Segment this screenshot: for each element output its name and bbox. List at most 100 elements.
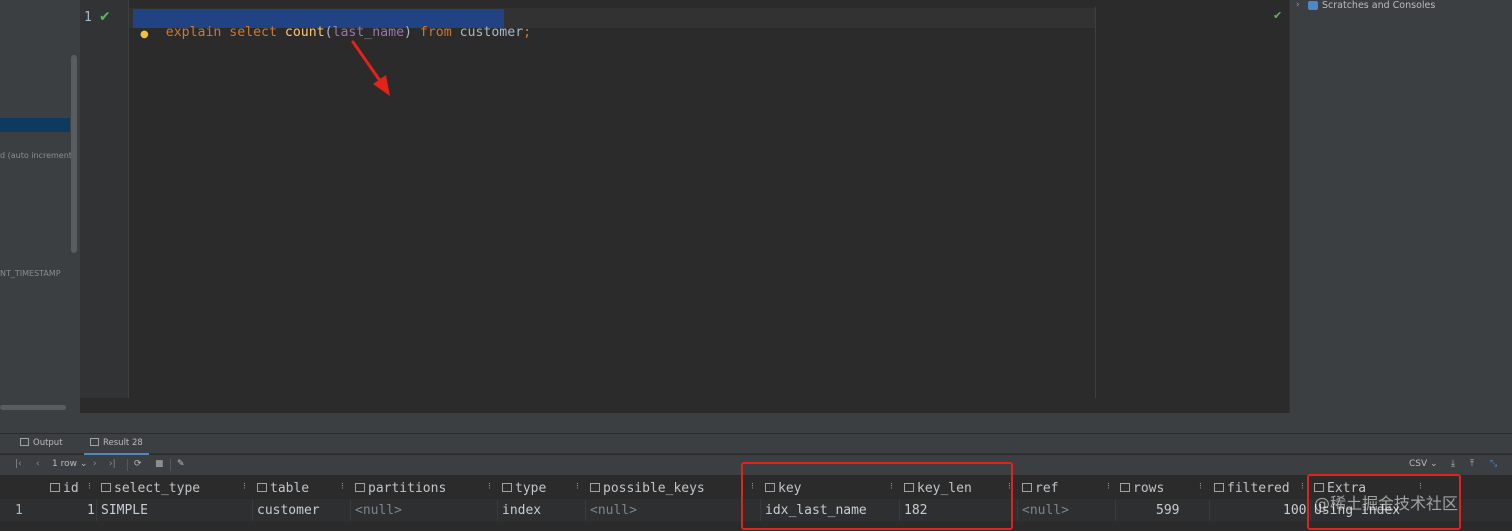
right-margin-guide [1095,7,1096,398]
column-header-possible-keys[interactable]: possible_keys [590,481,705,496]
column-divider [252,499,253,521]
column-header-label: type [515,481,547,496]
tab-output-label: Output [33,438,63,448]
panel-splitter[interactable] [0,413,1512,434]
column-icon [590,483,600,492]
token-paren-open: ( [324,25,333,40]
token-explain: explain [165,25,222,40]
column-header-label: ref [1035,481,1059,496]
column-header-label: table [270,481,310,496]
toolbar-separator [170,459,171,471]
token-from: from [419,25,452,40]
sort-icon[interactable]: ⁝ [1199,482,1202,492]
column-header-filtered[interactable]: filtered [1214,481,1290,496]
column-fragment-timestamp[interactable]: NT_TIMESTAMP [0,269,61,278]
watermark: @稀土掘金技术社区 [1314,494,1459,513]
cell-ref[interactable]: <null> [1022,503,1069,518]
project-panel: › Scratches and Consoles [1289,0,1512,413]
cell-id[interactable]: 1 [87,503,95,518]
column-icon [50,483,60,492]
token-customer: customer [451,25,524,40]
toolbar-separator [127,459,128,471]
tab-output[interactable]: Output [20,438,63,448]
chevron-right-icon[interactable]: › [1296,0,1300,10]
refresh-icon[interactable]: ⟳ [134,459,142,469]
upload-icon[interactable]: ⤒ [1470,459,1474,469]
table-icon [90,438,99,446]
tab-result[interactable]: Result 28 [84,438,149,455]
pin-icon[interactable]: ✎ [177,459,185,469]
console-icon [20,438,29,446]
download-icon[interactable]: ⤓ [1451,459,1455,469]
red-highlight-box-key [741,462,1013,530]
sort-icon[interactable]: ⁝ [243,482,246,492]
column-icon [101,483,111,492]
column-header-id[interactable]: id [50,481,79,496]
cell-possible-keys[interactable]: <null> [590,503,637,518]
column-header-label: possible_keys [603,481,705,496]
lightbulb-icon[interactable]: ● [140,29,149,40]
cell-select-type[interactable]: SIMPLE [101,503,148,518]
sql-statement[interactable]: explain select count(last_name) from cus… [134,10,531,55]
column-divider [585,499,586,521]
column-header-label: partitions [368,481,447,496]
rows-count-label: 1 row [52,459,77,469]
sort-icon[interactable]: ⁝ [488,482,491,492]
red-arrow-annotation [351,40,390,96]
column-divider [1115,499,1116,521]
column-icon [502,483,512,492]
column-header-rows[interactable]: rows [1120,481,1164,496]
column-divider [497,499,498,521]
editor-bottom-area [80,398,1289,413]
sort-icon[interactable]: ⁝ [1301,482,1304,492]
column-header-ref[interactable]: ref [1022,481,1058,496]
stop-icon[interactable]: ■ [155,459,164,469]
token-paren-close: ) [404,25,420,40]
last-page-icon[interactable]: ›| [109,459,116,469]
sort-icon[interactable]: ⁝ [341,482,344,492]
column-icon [257,483,267,492]
cell-table[interactable]: customer [257,503,320,518]
check-icon: ✔ [99,9,111,25]
export-format-label: CSV [1409,459,1428,469]
column-fragment-auto-increment[interactable]: d (auto increment) [0,151,75,160]
scratches-icon [1308,1,1318,10]
tree-vertical-scrollbar[interactable] [71,55,77,253]
column-divider [96,499,97,521]
layout-icon[interactable]: ⤡ [1490,459,1497,469]
first-page-icon[interactable]: |‹ [15,459,22,469]
export-format-dropdown[interactable]: CSV ⌄ [1409,459,1438,469]
selected-tree-row[interactable] [0,118,70,132]
token-semicolon: ; [523,25,532,40]
column-header-partitions[interactable]: partitions [355,481,446,496]
next-page-icon[interactable]: › [93,459,97,469]
database-tree-panel: d (auto increment) NT_TIMESTAMP [0,0,80,413]
previous-page-icon[interactable]: ‹ [36,459,40,469]
sort-icon[interactable]: ⁝ [576,482,579,492]
cell-type[interactable]: index [502,503,541,518]
column-icon [355,483,365,492]
cell-partitions[interactable]: <null> [355,503,402,518]
column-header-label: id [63,481,79,496]
cell-rows[interactable]: 599 [1156,503,1179,518]
token-count: count [284,25,325,40]
token-select: select [229,25,277,40]
column-icon [1120,483,1130,492]
sort-icon[interactable]: ⁝ [1107,482,1110,492]
column-divider [1209,499,1210,521]
inspection-check-icon[interactable]: ✔ [1273,9,1282,22]
sort-icon[interactable]: ⁝ [88,482,91,492]
column-header-label: filtered [1227,481,1290,496]
rows-count-dropdown[interactable]: 1 row ⌄ [52,459,87,469]
editor-gutter: 1 ✔ [80,0,129,398]
column-header-table[interactable]: table [257,481,309,496]
tree-horizontal-scrollbar[interactable] [0,405,66,410]
tree-item-scratches[interactable]: Scratches and Consoles [1322,0,1435,11]
column-icon [1214,483,1224,492]
column-header-select-type[interactable]: select_type [101,481,200,496]
row-number: 1 [15,503,23,518]
sql-editor[interactable]: explain select count(last_name) from cus… [129,0,1289,398]
cell-filtered[interactable]: 100 [1283,503,1306,518]
column-icon [1022,483,1032,492]
column-header-type[interactable]: type [502,481,546,496]
